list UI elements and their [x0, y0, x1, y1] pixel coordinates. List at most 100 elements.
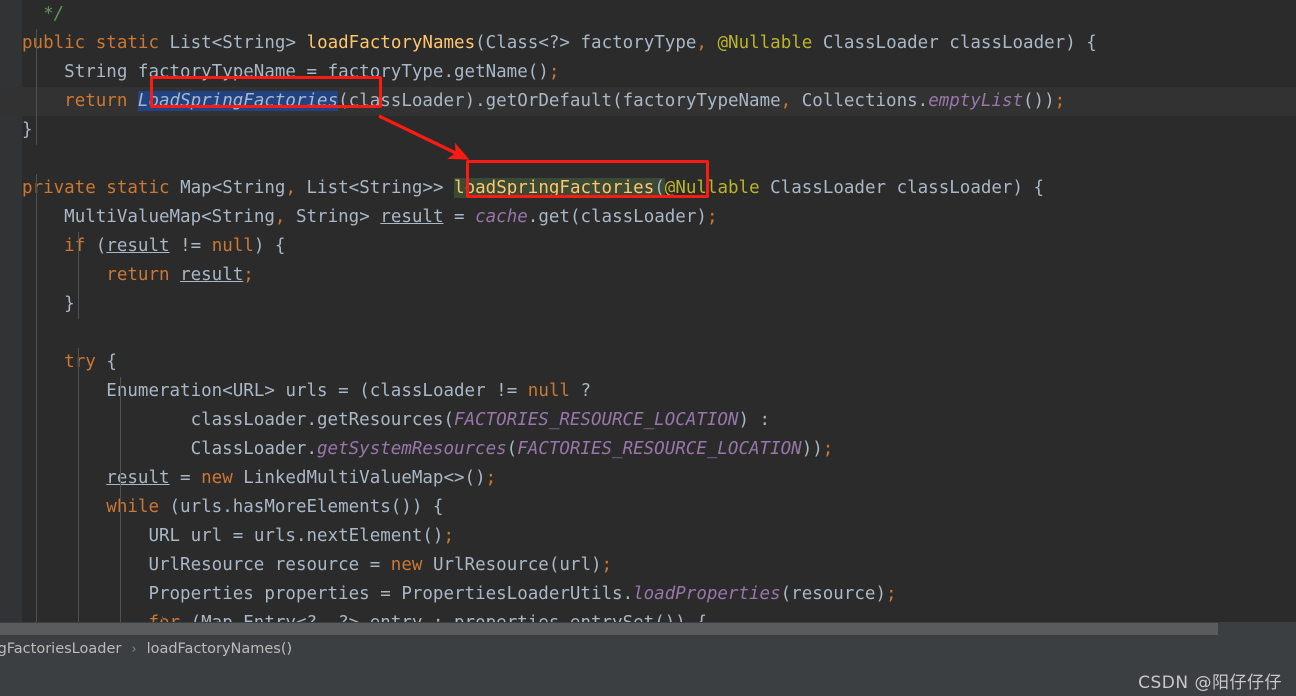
code-token: Class: [485, 33, 539, 53]
code-line-text: public static List<String> loadFactoryNa…: [22, 33, 1097, 53]
code-token: <?>: [538, 33, 581, 53]
code-token: (resource): [780, 584, 886, 604]
code-token: new: [201, 468, 244, 488]
indent-guide: [120, 580, 122, 609]
code-line[interactable]: */: [0, 0, 1296, 29]
code-token: <: [222, 381, 233, 401]
breadcrumb-item-class[interactable]: SpringFactoriesLoader: [0, 641, 123, 657]
code-token: for: [148, 613, 190, 622]
code-token: !=: [169, 236, 212, 256]
code-line[interactable]: private static Map<String, List<String>>…: [0, 174, 1296, 203]
code-token: FACTORIES_RESOURCE_LOCATION: [453, 410, 739, 430]
indent-guide: [36, 522, 37, 551]
code-line-text: return LoadSpringFactories(classLoader).…: [22, 91, 1065, 111]
indent-guide: [36, 203, 37, 232]
code-token: result: [180, 265, 244, 285]
code-token: )): [801, 439, 823, 459]
code-token: <: [201, 207, 212, 227]
code-token: Map: [180, 178, 212, 198]
code-token: while: [106, 497, 170, 517]
indent-guide: [36, 406, 37, 435]
code-token: FACTORIES_RESOURCE_LOCATION: [517, 439, 802, 459]
code-line[interactable]: result = new LinkedMultiValueMap<>();: [0, 464, 1296, 493]
code-line[interactable]: ClassLoader.getSystemResources(FACTORIES…: [0, 435, 1296, 464]
indent-guide: [78, 580, 80, 609]
code-line-text: }: [22, 294, 75, 314]
code-token: =: [169, 468, 202, 488]
code-line[interactable]: MultiValueMap<String, String> result = c…: [0, 203, 1296, 232]
code-line[interactable]: return LoadSpringFactories(classLoader).…: [0, 87, 1296, 116]
code-line[interactable]: Enumeration<URL> urls = (classLoader != …: [0, 377, 1296, 406]
code-line[interactable]: while (urls.hasMoreElements()) {: [0, 493, 1296, 522]
code-token: String factoryTypeName: [64, 62, 307, 82]
code-line-text: UrlResource resource = new UrlResource(u…: [22, 555, 612, 575]
code-line[interactable]: try {: [0, 348, 1296, 377]
code-token: ;: [443, 526, 455, 546]
code-line[interactable]: UrlResource resource = new UrlResource(u…: [0, 551, 1296, 580]
code-token: List: [169, 33, 212, 53]
code-line[interactable]: [0, 319, 1296, 348]
indent-guide: [78, 348, 80, 377]
code-line[interactable]: }: [0, 116, 1296, 145]
code-token: new: [390, 555, 433, 575]
code-token: ,: [317, 613, 328, 622]
code-token: ?: [580, 381, 592, 401]
indent-guide: [120, 406, 122, 435]
code-line[interactable]: }: [0, 290, 1296, 319]
code-token: (urls.hasMoreElements()) {: [169, 497, 444, 517]
code-line[interactable]: String factoryTypeName = factoryType.get…: [0, 58, 1296, 87]
code-token: urls: [285, 381, 339, 401]
code-line[interactable]: public static List<String> loadFactoryNa…: [0, 29, 1296, 58]
breadcrumb-item-method[interactable]: loadFactoryNames(): [145, 641, 295, 657]
indent-guide: [120, 522, 122, 551]
code-token: (: [654, 178, 665, 198]
breadcrumb[interactable]: SpringFactoriesLoader › loadFactoryNames…: [0, 636, 1296, 662]
indent-guide: [120, 551, 122, 580]
indent-guide: [36, 616, 37, 622]
code-line-text: Enumeration<URL> urls = (classLoader != …: [22, 381, 591, 401]
code-line-text: classLoader.getResources(FACTORIES_RESOU…: [22, 410, 771, 430]
code-token: ()): [1023, 91, 1055, 111]
code-token: =: [306, 62, 328, 82]
indent-guide: [36, 464, 37, 493]
code-token: String: [359, 178, 423, 198]
code-token: return: [106, 265, 181, 285]
code-line[interactable]: Properties properties = PropertiesLoader…: [0, 580, 1296, 609]
code-line[interactable]: [0, 145, 1296, 174]
code-token: MultiValueMap: [64, 207, 202, 227]
code-token: null: [211, 236, 254, 256]
code-token: loadSpringFactories: [454, 178, 655, 198]
code-token: ;: [243, 265, 254, 285]
breadcrumb-separator-icon: ›: [131, 641, 137, 657]
code-content[interactable]: */ public static List<String> loadFactory…: [0, 0, 1296, 622]
code-editor[interactable]: */ public static List<String> loadFactory…: [0, 0, 1296, 622]
code-line[interactable]: return result;: [0, 261, 1296, 290]
indent-guide: [78, 435, 80, 464]
code-line[interactable]: URL url = urls.nextElement();: [0, 522, 1296, 551]
code-line[interactable]: if (result != null) {: [0, 232, 1296, 261]
code-token: ,: [274, 207, 286, 227]
indent-guide: [78, 290, 80, 319]
code-token: (: [506, 439, 518, 459]
code-token: factoryType.getName(): [327, 62, 549, 82]
indent-guide: [78, 406, 80, 435]
code-token: String: [285, 207, 360, 227]
code-token: ?> entry : properties.entrySet()) {: [328, 613, 707, 622]
code-token: ;: [706, 207, 718, 227]
indent-guide: [120, 464, 122, 493]
code-token: ,: [780, 91, 792, 111]
code-line[interactable]: classLoader.getResources(FACTORIES_RESOU…: [0, 406, 1296, 435]
horizontal-scrollbar-thumb[interactable]: [0, 623, 1218, 635]
code-token: .getOrDefault(: [475, 91, 623, 111]
code-token: result: [380, 207, 444, 227]
code-line[interactable]: for (Map.Entry<?, ?> entry : properties.…: [0, 609, 1296, 622]
code-token: >>: [422, 178, 455, 198]
code-token: (: [95, 236, 107, 256]
indent-guide: [78, 551, 80, 580]
code-token: return: [64, 91, 138, 111]
code-line-text: private static Map<String, List<String>>…: [22, 178, 1044, 198]
code-token: if: [64, 236, 96, 256]
code-token: static: [106, 178, 181, 198]
code-token: ) {: [1012, 178, 1045, 198]
horizontal-scrollbar[interactable]: [0, 616, 1296, 636]
